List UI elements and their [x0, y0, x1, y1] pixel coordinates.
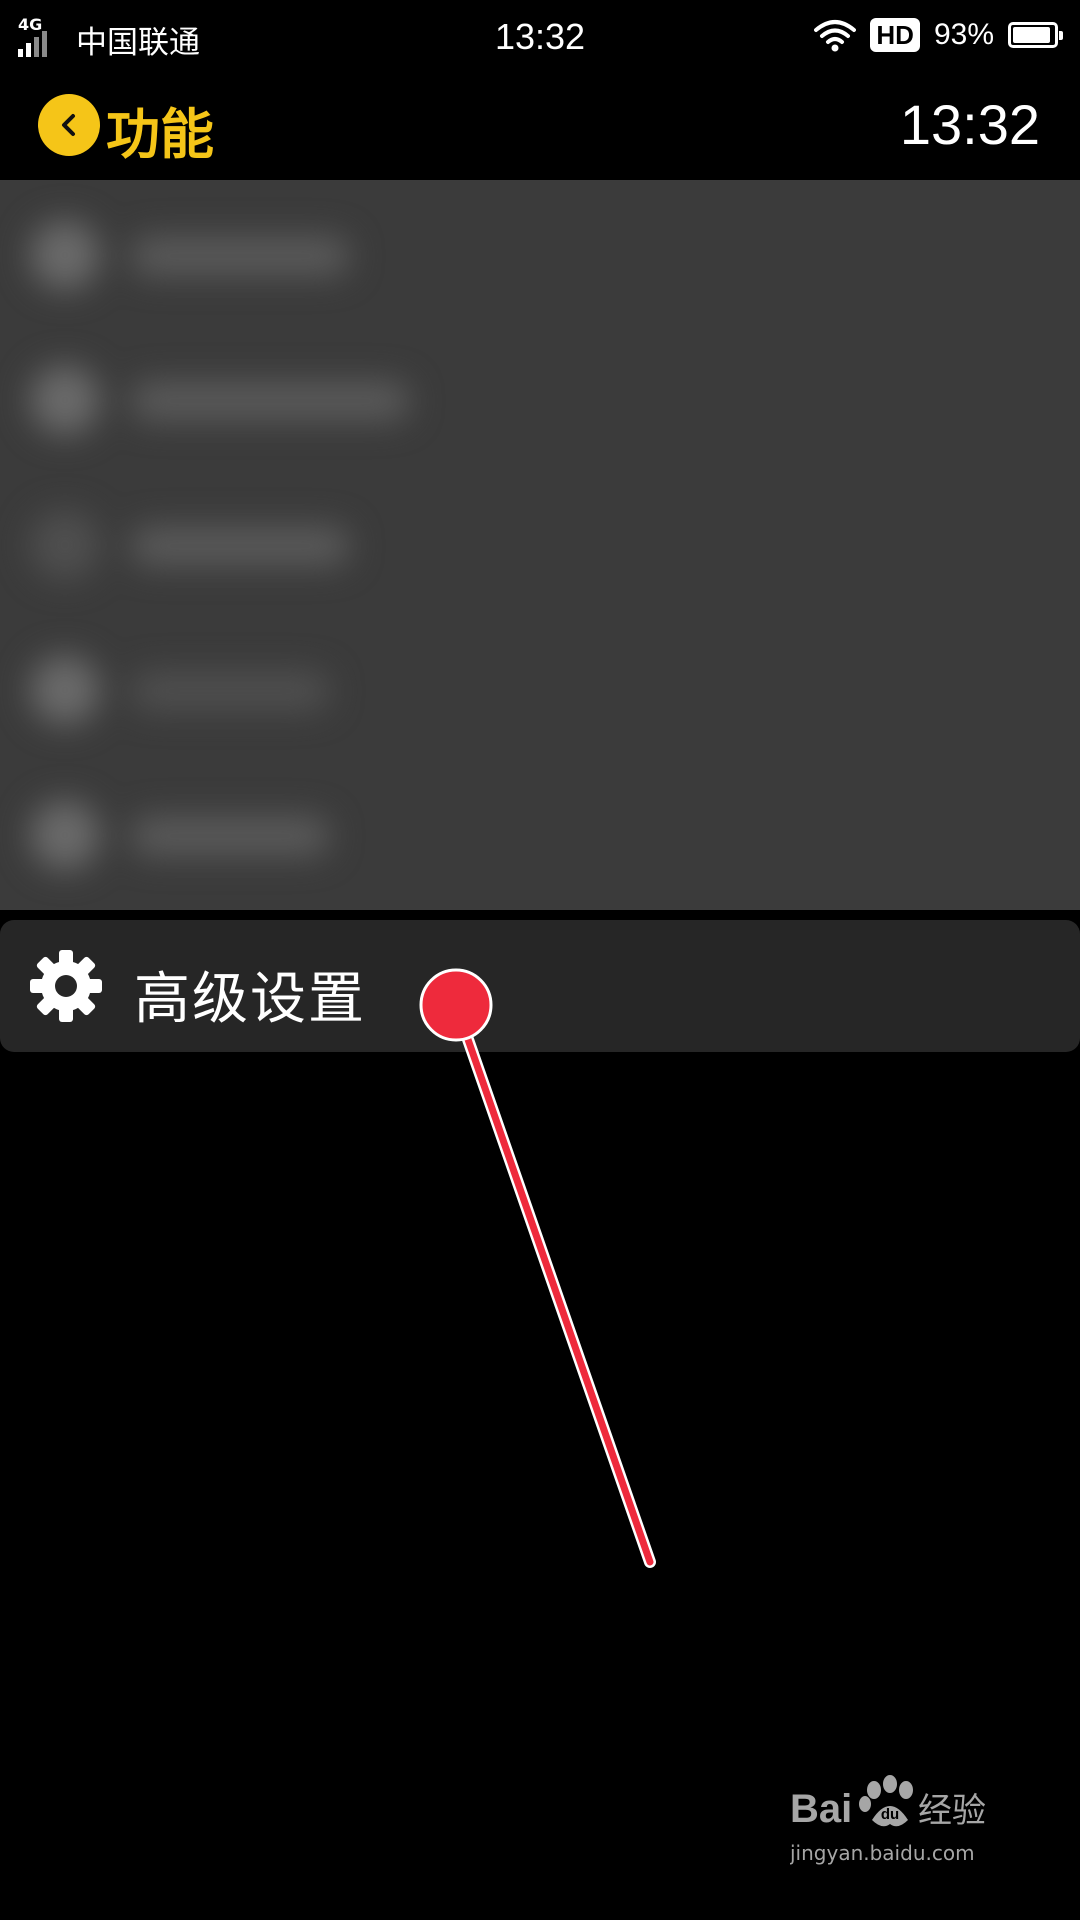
back-button[interactable] [38, 94, 100, 156]
pointer-line [452, 1001, 654, 1566]
blurred-function-list [0, 180, 1080, 910]
status-left: 4G 中国联通 [18, 15, 200, 62]
app-header: 功能 13:32 [0, 80, 1080, 180]
header-clock: 13:32 [899, 93, 1040, 156]
watermark-url: jingyan.baidu.com [790, 1841, 975, 1865]
signal-icon: 4G [18, 15, 62, 59]
blurred-list-item [0, 190, 1080, 310]
blurred-list-item [0, 335, 1080, 455]
status-right: HD 93% [814, 18, 1063, 52]
advanced-settings-item[interactable]: 高级设置 [0, 920, 1080, 1052]
status-time: 13:32 [494, 16, 586, 57]
baidu-watermark: Bai du 经验 jingyan.baidu.com [789, 1770, 1020, 1880]
status-bar: 4G 中国联通 13:32 HD 93% [0, 0, 1080, 78]
pointer-line-outline [450, 999, 656, 1568]
blurred-list-item [0, 625, 1080, 745]
screen: 4G 中国联通 13:32 HD 93% 功能 13:32 高级设置 Bai d… [0, 0, 1080, 1920]
baidu-jingyan-logo: Bai du 经验 jingyan.baidu.com [789, 1775, 986, 1865]
advanced-settings-label: 高级设置 [134, 967, 366, 1032]
blurred-list-item [0, 770, 1080, 890]
hd-badge: HD [870, 18, 920, 52]
watermark-brand-left: Bai [790, 1787, 852, 1831]
blurred-list-item [0, 480, 1080, 600]
battery-icon [1008, 22, 1063, 48]
battery-fill [1013, 27, 1051, 43]
wifi-icon [814, 20, 857, 52]
chevron-left-icon [62, 114, 75, 136]
svg-text:du: du [881, 1806, 899, 1823]
page-title: 功能 [106, 103, 214, 166]
watermark-brand-right: 经验 [918, 1791, 986, 1831]
carrier-name: 中国联通 [76, 24, 200, 61]
gear-icon [30, 950, 102, 1022]
battery-percent: 93% [933, 18, 994, 51]
